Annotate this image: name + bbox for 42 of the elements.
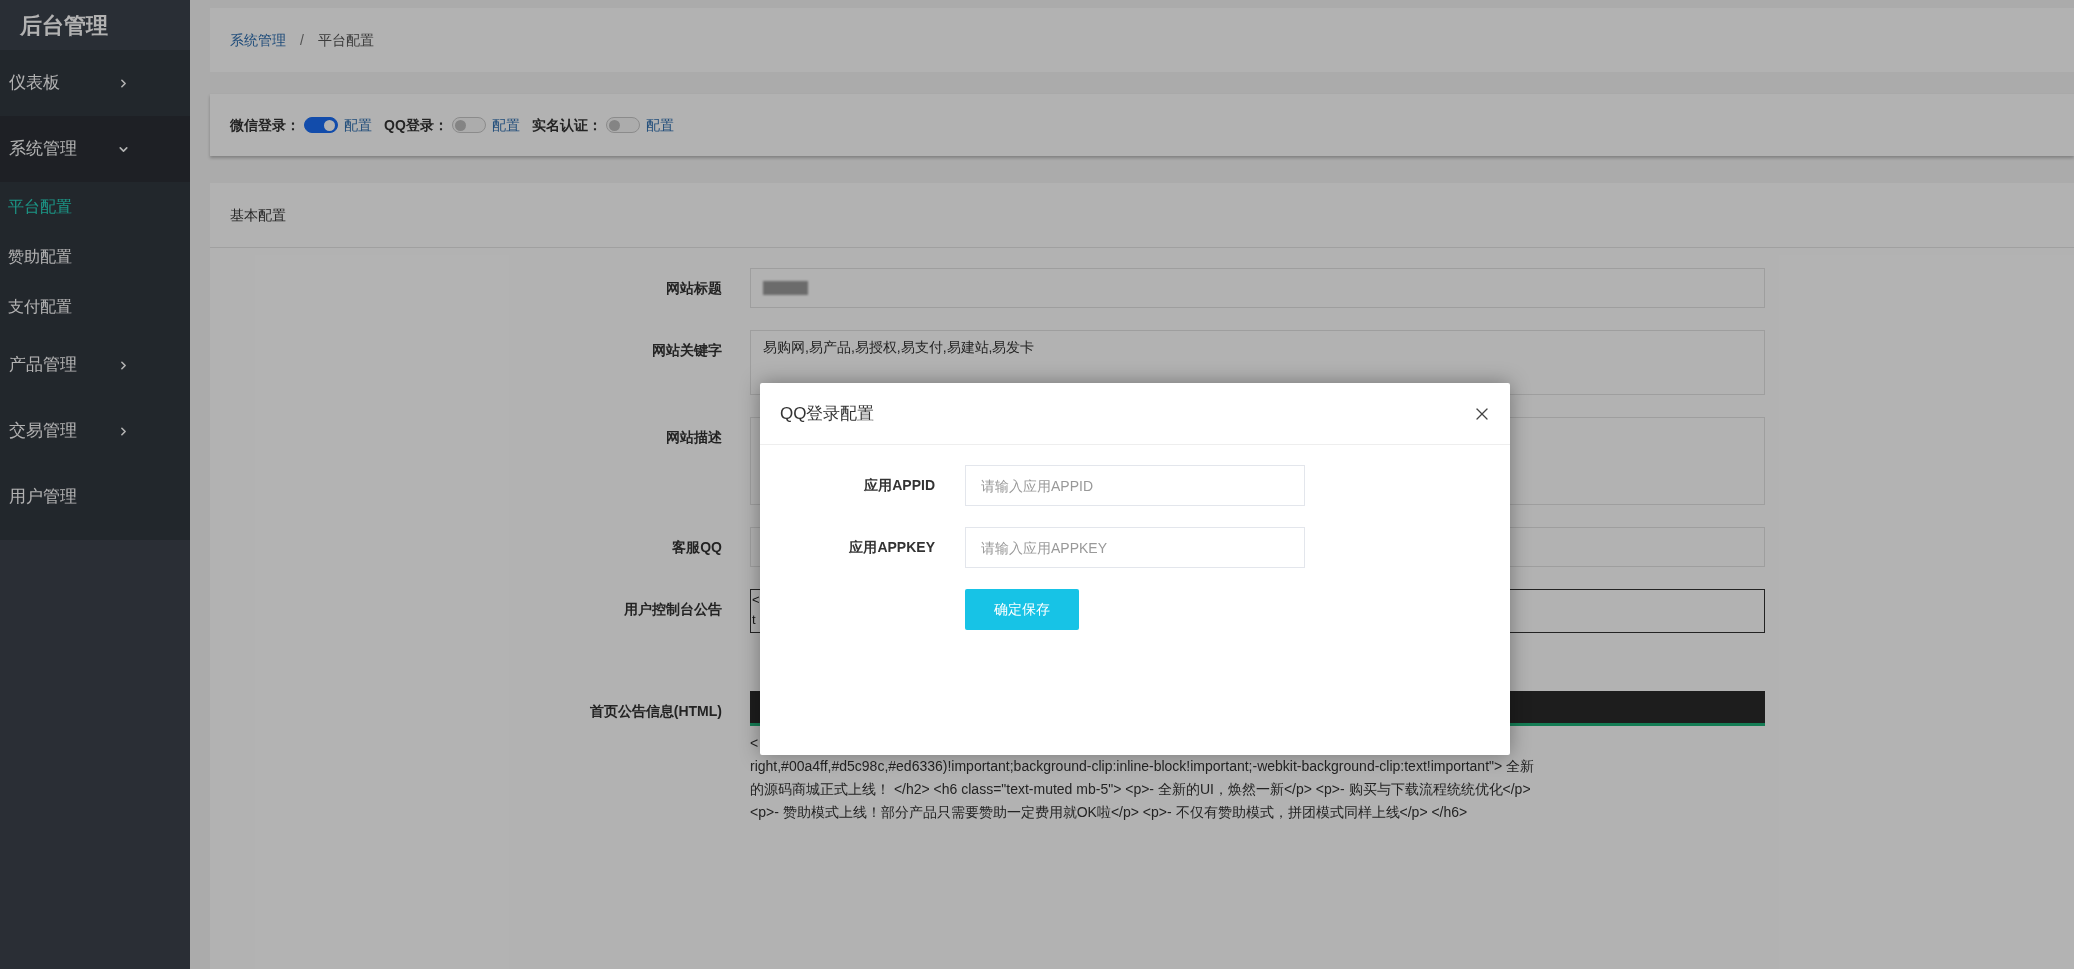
- toggle-switch[interactable]: [605, 117, 640, 133]
- config-link[interactable]: 配置: [491, 114, 520, 136]
- breadcrumb-separator: /: [300, 30, 304, 50]
- editor-text-line: <: [750, 734, 759, 753]
- textarea-value: 易购网,易产品,易授权,易支付,易建站,易发卡: [763, 339, 1035, 355]
- sidebar-item[interactable]: 产品管理: [0, 332, 190, 398]
- modal-title: QQ登录配置: [780, 402, 875, 425]
- toggle-label: QQ登录：: [384, 115, 448, 135]
- sidebar-item[interactable]: 仪表板: [0, 50, 190, 116]
- sidebar-title: 后台管理: [20, 11, 108, 40]
- field-label: 网站关键字: [652, 342, 722, 358]
- sidebar-item[interactable]: 交易管理: [0, 398, 190, 464]
- sidebar-subitem[interactable]: 赞助配置: [0, 232, 190, 282]
- text-input[interactable]: 请输入应用APPID: [965, 465, 1305, 506]
- toggle-switch[interactable]: [304, 117, 338, 133]
- field-label: 首页公告信息(HTML): [589, 703, 722, 719]
- breadcrumb-link[interactable]: 系统管理: [230, 29, 286, 51]
- config-link[interactable]: 配置: [344, 114, 372, 136]
- config-link[interactable]: 配置: [645, 114, 674, 136]
- field-label: 网站描述: [666, 429, 722, 445]
- toggle-switch[interactable]: [451, 117, 486, 133]
- textarea-line: t: [752, 611, 756, 629]
- field-label: 应用APPKEY: [848, 538, 935, 557]
- field-label: 用户控制台公告: [624, 601, 722, 617]
- sidebar-subitem[interactable]: 平台配置: [0, 182, 190, 232]
- text-input[interactable]: 请输入应用APPKEY: [965, 527, 1305, 568]
- field-label: 应用APPID: [863, 476, 935, 495]
- toggle-label: 微信登录：: [230, 115, 300, 135]
- blurred-value: [763, 281, 808, 295]
- textarea-line: <: [752, 591, 760, 609]
- editor-text-line: <p>- 赞助模式上线！部分产品只需要赞助一定费用就OK啦</p> <p>- 不仅有赞助模式，拼团模式同样上线</p> </h6>: [750, 803, 1468, 822]
- editor-text-line: right,#00a4ff,#d5c98c,#ed6336)!important;background-clip:inline-block!important;-webkit-background-clip:text!important"> 全新: [750, 757, 1535, 776]
- breadcrumb-current: 平台配置: [317, 30, 374, 50]
- toggle-label: 实名认证：: [531, 115, 602, 135]
- sidebar-subitem[interactable]: 支付配置: [0, 282, 190, 332]
- sidebar-item[interactable]: 系统管理: [0, 116, 190, 182]
- field-label: 网站标题: [666, 278, 722, 298]
- card-title: 基本配置: [230, 205, 286, 225]
- sidebar-item[interactable]: 用户管理: [0, 464, 190, 530]
- text-input[interactable]: [750, 268, 1765, 308]
- field-label: 客服QQ: [672, 537, 722, 557]
- editor-text-line: 的源码商城正式上线！ </h2> <h6 class="text-muted mb-5"> <p>- 全新的UI，焕然一新</p> <p>- 购买与下载流程统统优化</p>: [750, 780, 1531, 799]
